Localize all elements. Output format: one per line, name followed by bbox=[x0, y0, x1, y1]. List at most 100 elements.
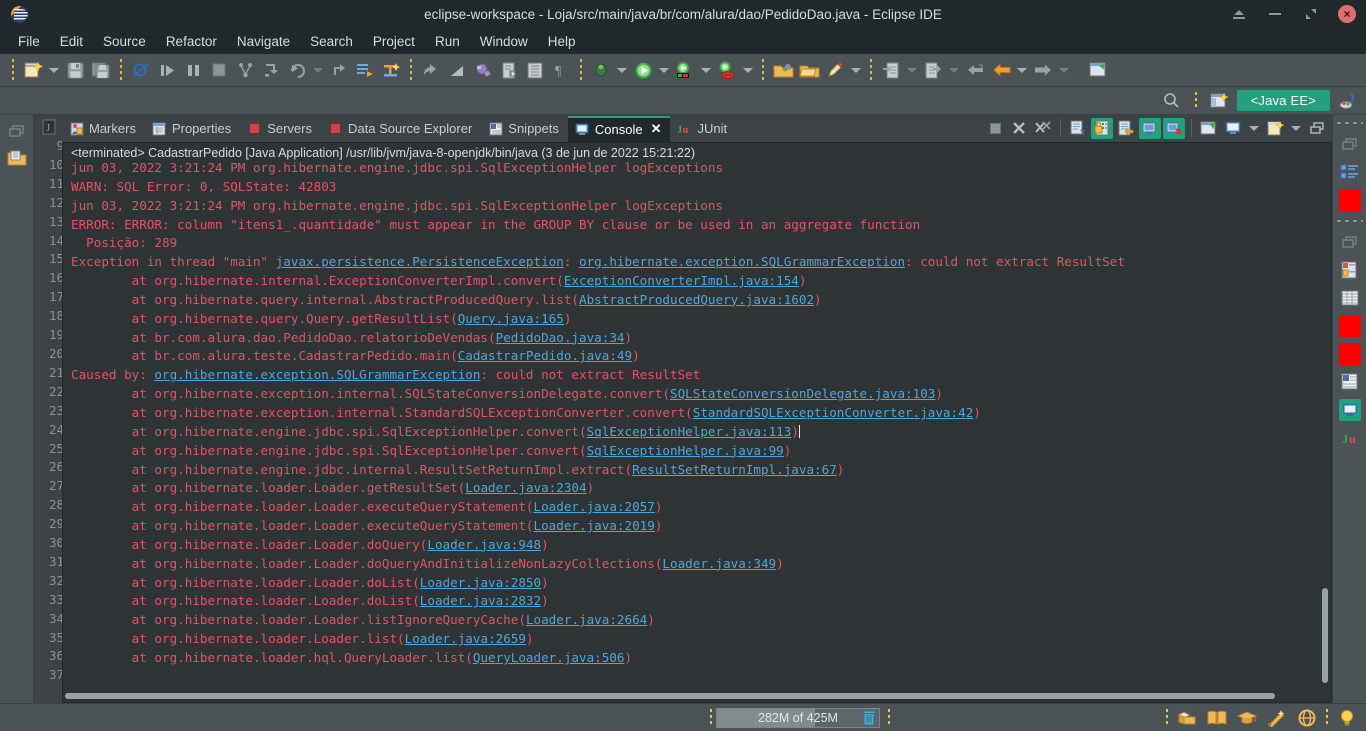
tab-data-source-explorer[interactable]: Data Source Explorer bbox=[321, 116, 481, 142]
new-wizard-dropdown-icon[interactable] bbox=[46, 58, 62, 82]
save-all-icon[interactable] bbox=[88, 58, 114, 82]
resume-icon[interactable] bbox=[154, 58, 180, 82]
new-file-wizard-icon[interactable] bbox=[496, 58, 522, 82]
import-icon[interactable] bbox=[878, 58, 904, 82]
run-dropdown-icon[interactable] bbox=[656, 58, 672, 82]
console-horizontal-scrollbar[interactable] bbox=[63, 690, 1321, 701]
outline-icon[interactable] bbox=[1339, 161, 1361, 183]
step-over-icon[interactable] bbox=[258, 58, 284, 82]
clear-console-icon[interactable]: x bbox=[1067, 118, 1089, 139]
tab-properties[interactable]: Properties bbox=[145, 116, 240, 142]
debug-more-dropdown-icon[interactable] bbox=[310, 58, 326, 82]
back-history-icon[interactable] bbox=[962, 58, 988, 82]
suspend-icon[interactable] bbox=[180, 58, 206, 82]
open-perspective-icon[interactable] bbox=[1207, 89, 1233, 113]
stack-trace-link[interactable]: Loader.java:948 bbox=[427, 537, 541, 552]
menu-search[interactable]: Search bbox=[300, 31, 363, 52]
tab-snippets[interactable]: Snippets bbox=[481, 116, 568, 142]
servers-view-icon[interactable] bbox=[1339, 259, 1361, 281]
markers-status-icon[interactable] bbox=[1338, 343, 1361, 365]
step-out-icon[interactable] bbox=[326, 58, 352, 82]
stack-trace-link[interactable]: Loader.java:2659 bbox=[405, 631, 526, 646]
stack-trace-link[interactable]: org.hibernate.exception.SQLGrammarExcept… bbox=[579, 254, 905, 269]
data-source-view-icon[interactable] bbox=[1339, 287, 1361, 309]
stack-trace-link[interactable]: Loader.java:349 bbox=[662, 556, 776, 571]
run-gc-button[interactable] bbox=[858, 708, 880, 728]
external-tools-dropdown-icon[interactable] bbox=[698, 58, 714, 82]
stack-trace-link[interactable]: Loader.java:2304 bbox=[465, 480, 586, 495]
tab-markers[interactable]: Markers bbox=[62, 116, 145, 142]
stack-trace-link[interactable]: org.hibernate.exception.SQLGrammarExcept… bbox=[154, 367, 480, 382]
task-list-icon[interactable] bbox=[1338, 189, 1361, 211]
stack-trace-link[interactable]: SqlExceptionHelper.java:113 bbox=[587, 424, 792, 439]
menu-source[interactable]: Source bbox=[93, 31, 156, 52]
stack-trace-link[interactable]: Loader.java:2832 bbox=[420, 593, 541, 608]
perspective-java-ee-button[interactable]: <Java EE> bbox=[1236, 90, 1330, 111]
tab-junit[interactable]: Ju JUnit bbox=[670, 116, 736, 142]
open-task-icon[interactable] bbox=[352, 58, 378, 82]
show-whitespace-icon[interactable]: ¶ bbox=[548, 58, 574, 82]
scroll-lock-icon[interactable] bbox=[1091, 117, 1113, 139]
save-icon[interactable] bbox=[62, 58, 88, 82]
previous-annotation-icon[interactable] bbox=[444, 58, 470, 82]
stack-trace-link[interactable]: javax.persistence.PersistenceException bbox=[276, 254, 564, 269]
terminate-icon[interactable] bbox=[206, 58, 232, 82]
servers-status-icon[interactable] bbox=[1338, 315, 1361, 337]
show-console-on-output-icon[interactable] bbox=[1115, 118, 1137, 139]
wand-icon[interactable] bbox=[1266, 708, 1288, 728]
book-icon[interactable] bbox=[1206, 708, 1228, 728]
display-selected-console-icon[interactable] bbox=[1163, 117, 1185, 139]
step-return-icon[interactable] bbox=[284, 58, 310, 82]
shade-window-button[interactable] bbox=[1230, 5, 1248, 23]
menu-navigate[interactable]: Navigate bbox=[227, 31, 300, 52]
menu-run[interactable]: Run bbox=[425, 31, 470, 52]
close-window-button[interactable]: × bbox=[1338, 5, 1356, 23]
stack-trace-link[interactable]: ResultSetReturnImpl.java:67 bbox=[632, 462, 837, 477]
search-icon[interactable] bbox=[1159, 89, 1185, 113]
open-console-icon[interactable] bbox=[1198, 118, 1220, 139]
import-dropdown-icon[interactable] bbox=[904, 58, 920, 82]
pen-annotation-icon[interactable] bbox=[822, 58, 848, 82]
export-icon[interactable] bbox=[920, 58, 946, 82]
debug-dropdown-icon[interactable] bbox=[614, 58, 630, 82]
junit-view-icon[interactable]: Ju bbox=[1339, 427, 1361, 449]
pin-console-icon[interactable] bbox=[1139, 117, 1161, 139]
new-java-class-icon[interactable] bbox=[378, 58, 404, 82]
skip-breakpoints-icon[interactable] bbox=[128, 58, 154, 82]
java-perspective-icon[interactable] bbox=[1334, 89, 1360, 113]
remove-launch-icon[interactable] bbox=[1008, 118, 1030, 139]
stack-trace-link[interactable]: Query.java:165 bbox=[458, 311, 564, 326]
stack-trace-link[interactable]: Loader.java:2019 bbox=[534, 518, 655, 533]
menu-help[interactable]: Help bbox=[538, 31, 586, 52]
close-icon[interactable]: ✕ bbox=[651, 121, 662, 137]
new-window-icon[interactable] bbox=[1086, 58, 1112, 82]
export-dropdown-icon[interactable] bbox=[946, 58, 962, 82]
stack-trace-link[interactable]: Loader.java:2664 bbox=[526, 612, 647, 627]
stack-trace-link[interactable]: SqlExceptionHelper.java:99 bbox=[587, 443, 784, 458]
tab-console[interactable]: Console ✕ bbox=[567, 116, 671, 142]
run-icon[interactable] bbox=[630, 58, 656, 82]
restore-icon[interactable] bbox=[6, 121, 28, 141]
new-wizard-icon[interactable] bbox=[20, 58, 46, 82]
console-output-area[interactable]: <terminated> CadastrarPedido [Java Appli… bbox=[62, 142, 1332, 703]
project-explorer-icon[interactable] bbox=[6, 149, 28, 169]
remove-all-launches-icon[interactable] bbox=[1032, 118, 1054, 139]
step-into-icon[interactable] bbox=[232, 58, 258, 82]
open-console-wizard-icon[interactable] bbox=[1264, 118, 1286, 139]
java-file-tab-icon[interactable]: J bbox=[38, 117, 60, 137]
tab-servers[interactable]: Servers bbox=[240, 116, 321, 142]
heap-status-indicator[interactable]: 282M of 425M bbox=[716, 708, 880, 728]
minimize-view-icon[interactable] bbox=[1306, 118, 1328, 139]
menu-refactor[interactable]: Refactor bbox=[156, 31, 227, 52]
open-type-icon[interactable] bbox=[418, 58, 444, 82]
back-dropdown-icon[interactable] bbox=[1014, 58, 1030, 82]
open-perspective-folder-icon[interactable] bbox=[770, 58, 796, 82]
new-console-view-icon[interactable] bbox=[1222, 118, 1244, 139]
terminate-console-icon[interactable] bbox=[984, 118, 1006, 139]
maximize-window-button[interactable] bbox=[1302, 5, 1320, 23]
globe-icon[interactable] bbox=[1296, 708, 1318, 728]
snippets-view-icon[interactable] bbox=[1339, 371, 1361, 393]
console-view-dropdown-icon[interactable] bbox=[1246, 116, 1262, 140]
menu-file[interactable]: File bbox=[8, 31, 50, 52]
stack-trace-link[interactable]: QueryLoader.java:506 bbox=[473, 650, 625, 665]
